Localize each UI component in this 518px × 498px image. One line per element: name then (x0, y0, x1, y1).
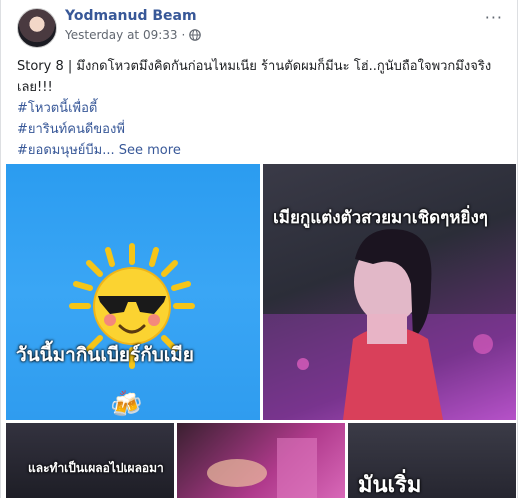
photo-2[interactable]: เมียกูแต่งตัวสวยมาเชิดๆหยิ่งๆ (263, 164, 516, 420)
drinks-photo (207, 438, 317, 498)
hashtag-link[interactable]: #โหวตนี้เพื่อตี้ (17, 98, 507, 119)
photo-caption: และทำเป็นเผลอไปเผลอมา (28, 461, 164, 475)
photo-caption: วันนี้มากินเบียร์กับเมีย (16, 344, 194, 366)
photo-grid-bottom: และทำเป็นเผลอไปเผลอมา มันเริ่ม (6, 423, 516, 498)
author-name[interactable]: Yodmanud Beam (65, 8, 197, 24)
beer-icon: 🍻 (110, 390, 143, 420)
photo-caption: เมียกูแต่งตัวสวยมาเชิดๆหยิ่งๆ (273, 208, 488, 228)
globe-icon[interactable] (189, 29, 202, 41)
photo-5[interactable]: มันเริ่ม (348, 423, 516, 498)
photo-grid-top: วันนี้มากินเบียร์กับเมีย 🍻 เมียกูแต่งตัว… (6, 164, 516, 420)
timestamp[interactable]: Yesterday at 09:33 (65, 28, 178, 42)
post-text-line: Story 8 | มึงกดโหวตมึงคิดกันก่อนไหมเนีย … (17, 59, 492, 74)
photo-caption: มันเริ่ม (358, 473, 422, 498)
photo-3[interactable]: และทำเป็นเผลอไปเผลอมา (6, 423, 174, 498)
post-text-line: เลย!!! (17, 80, 53, 95)
more-options-icon[interactable]: ··· (485, 8, 503, 27)
avatar[interactable] (17, 8, 57, 48)
post-meta: Yesterday at 09:33 · (65, 28, 202, 42)
hashtag-link[interactable]: #ยอดมนุษย์บีม... (17, 143, 115, 158)
see-more-link[interactable]: See more (119, 143, 181, 158)
post-card: Yodmanud Beam Yesterday at 09:33 · ··· S… (0, 0, 518, 498)
hashtag-link[interactable]: #ยารินท์คนดีของพี่ (17, 119, 507, 140)
photo-1[interactable]: วันนี้มากินเบียร์กับเมีย 🍻 (6, 164, 260, 420)
photo-4[interactable] (177, 423, 345, 498)
meta-separator: · (181, 28, 186, 42)
woman-photo (263, 229, 516, 420)
post-header: Yodmanud Beam Yesterday at 09:33 · ··· (13, 6, 505, 50)
post-text: Story 8 | มึงกดโหวตมึงคิดกันก่อนไหมเนีย … (17, 56, 507, 161)
